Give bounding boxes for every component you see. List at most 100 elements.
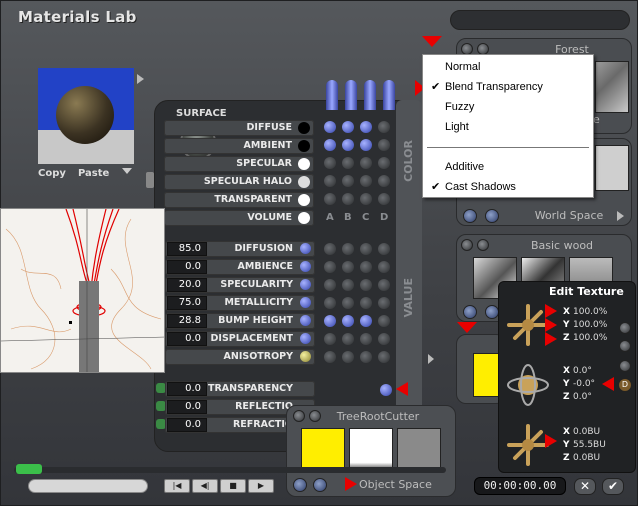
grid-cell[interactable] <box>342 297 354 309</box>
menu-item-additive[interactable]: Additive <box>423 158 593 176</box>
copy-button[interactable]: Copy <box>38 168 66 179</box>
color-row-specular[interactable]: SPECULAR <box>164 156 314 172</box>
forest-swatch[interactable] <box>595 61 629 113</box>
preview-slider-handle[interactable] <box>146 172 154 188</box>
world-swatch[interactable] <box>595 145 629 191</box>
specularity-input[interactable]: 20.0 <box>167 278 207 292</box>
grid-cell[interactable] <box>360 351 372 363</box>
grid-cell[interactable] <box>378 297 390 309</box>
stop-button[interactable]: ■ <box>220 479 246 493</box>
grid-cell[interactable] <box>378 315 390 327</box>
grid-cell[interactable] <box>378 279 390 291</box>
grid-cell[interactable] <box>360 315 372 327</box>
grid-cell[interactable] <box>360 279 372 291</box>
panel-dot[interactable] <box>477 239 489 251</box>
panel-dot[interactable] <box>461 239 473 251</box>
menu-item-blend-transparency[interactable]: ✔ Blend Transparency <box>423 78 593 96</box>
color-channel-grid[interactable]: A B C D <box>322 118 396 228</box>
panel-t-button[interactable] <box>463 305 477 319</box>
transparency-channel-dot[interactable] <box>380 384 392 396</box>
grid-cell[interactable] <box>342 121 354 133</box>
panel-p-button[interactable] <box>313 478 327 492</box>
value-row-ambience[interactable]: 0.0 AMBIENCE <box>165 259 315 275</box>
grid-cell[interactable] <box>360 157 372 169</box>
diffuse-swatch[interactable] <box>298 122 310 134</box>
color-row-specular-halo[interactable]: SPECULAR HALO <box>164 174 314 190</box>
rotate-icon[interactable] <box>505 362 551 408</box>
displacement-input[interactable]: 0.0 <box>167 332 207 346</box>
translate-x[interactable]: X 0.0BU <box>563 427 600 437</box>
tree-root-texture-panel[interactable]: TreeRootCutter Object Space <box>286 405 456 497</box>
menu-item-light[interactable]: Light <box>423 118 593 136</box>
grid-cell[interactable] <box>342 243 354 255</box>
metallicity-input[interactable]: 75.0 <box>167 296 207 310</box>
grid-cell[interactable] <box>378 139 390 151</box>
keyframe-bar[interactable] <box>28 479 148 493</box>
rotate-y[interactable]: Y -0.0° <box>563 379 595 389</box>
rotate-z[interactable]: Z 0.0° <box>563 392 592 402</box>
value-channel-grid[interactable] <box>322 240 396 370</box>
channel-dot[interactable] <box>300 279 311 290</box>
panel-dot[interactable] <box>293 410 305 422</box>
grid-cell[interactable] <box>360 243 372 255</box>
channel-dot[interactable] <box>300 351 311 362</box>
translate-y[interactable]: Y 55.5BU <box>563 440 606 450</box>
grid-cell[interactable] <box>378 175 390 187</box>
skip-start-button[interactable]: |◀ <box>164 479 190 493</box>
grid-cell[interactable] <box>324 279 336 291</box>
channel-dot[interactable] <box>300 261 311 272</box>
play-button[interactable]: ▶ <box>248 479 274 493</box>
grid-cell[interactable] <box>324 193 336 205</box>
grid-cell[interactable] <box>360 193 372 205</box>
panel-p-button[interactable] <box>485 305 499 319</box>
panel-t-button[interactable] <box>463 209 477 223</box>
timeline-handle[interactable] <box>16 464 42 474</box>
grid-cell[interactable] <box>378 333 390 345</box>
tree-swatch-yellow[interactable] <box>301 428 345 472</box>
grid-cell[interactable] <box>342 351 354 363</box>
grid-cell[interactable] <box>342 279 354 291</box>
material-preview[interactable] <box>38 68 134 164</box>
reflection-input[interactable]: 0.0 <box>167 400 207 414</box>
grid-cell[interactable] <box>342 193 354 205</box>
rotate-x[interactable]: X 0.0° <box>563 366 592 376</box>
panel-t-button[interactable] <box>293 478 307 492</box>
grid-cell[interactable] <box>324 261 336 273</box>
scale-z[interactable]: Z 100.0% <box>563 333 607 343</box>
menu-item-cast-shadows[interactable]: ✔ Cast Shadows <box>423 178 593 196</box>
grid-cell[interactable] <box>324 243 336 255</box>
grid-cell[interactable] <box>360 139 372 151</box>
value-row-transparency[interactable]: 0.0 TRANSPARENCY <box>165 381 315 397</box>
value-row-displacement[interactable]: 0.0 DISPLACEMENT <box>165 331 315 347</box>
yellow-swatch[interactable] <box>473 353 501 397</box>
grid-cell[interactable] <box>360 261 372 273</box>
color-row-diffuse[interactable]: DIFFUSE <box>164 120 314 136</box>
grid-cell[interactable] <box>324 297 336 309</box>
specular-swatch[interactable] <box>298 158 310 170</box>
edit-side-button[interactable] <box>619 322 631 334</box>
grid-cell[interactable] <box>378 121 390 133</box>
color-row-volume[interactable]: VOLUME <box>164 210 314 226</box>
grid-cell[interactable] <box>378 261 390 273</box>
channel-dot[interactable] <box>300 297 311 308</box>
bump-height-input[interactable]: 28.8 <box>167 314 207 328</box>
grid-cell[interactable] <box>360 175 372 187</box>
edit-d-button[interactable]: D <box>618 378 632 392</box>
collapse-arrow-icon[interactable] <box>428 354 434 364</box>
step-back-button[interactable]: ◀| <box>192 479 218 493</box>
refraction-input[interactable]: 0.0 <box>167 418 207 432</box>
grid-cell[interactable] <box>378 193 390 205</box>
translate-z[interactable]: Z 0.0BU <box>563 453 600 463</box>
grid-cell[interactable] <box>378 351 390 363</box>
close-icon[interactable]: ✕ <box>574 478 596 495</box>
transparent-swatch[interactable] <box>298 194 310 206</box>
paste-button[interactable]: Paste <box>78 168 109 179</box>
grid-cell[interactable] <box>324 139 336 151</box>
edit-side-button[interactable] <box>619 340 631 352</box>
diffusion-input[interactable]: 85.0 <box>167 242 207 256</box>
grid-cell[interactable] <box>342 139 354 151</box>
grid-cell[interactable] <box>324 351 336 363</box>
scale-x[interactable]: X 100.0% <box>563 307 607 317</box>
grid-cell[interactable] <box>342 175 354 187</box>
channel-dot[interactable] <box>300 243 311 254</box>
